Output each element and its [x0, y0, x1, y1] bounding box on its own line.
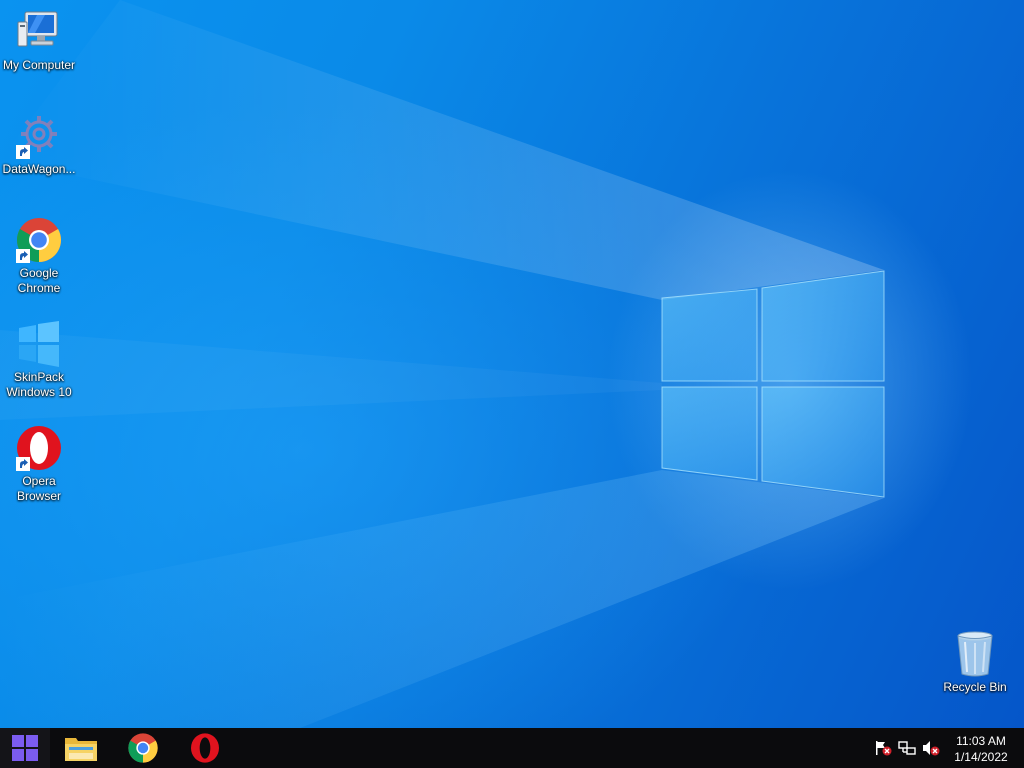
- windows-hero-wallpaper: [0, 0, 885, 728]
- taskbar-file-explorer[interactable]: [60, 728, 102, 768]
- chrome-icon: [128, 733, 158, 763]
- taskbar-google-chrome[interactable]: [122, 728, 164, 768]
- desktop-icon-label: DataWagon...: [2, 162, 76, 176]
- desktop-icon-label: Google Chrome: [17, 266, 61, 295]
- taskbar-clock[interactable]: 11:03 AM 1/14/2022: [946, 733, 1016, 765]
- desktop-icon-label: Recycle Bin: [943, 680, 1007, 694]
- opera-icon: [191, 733, 219, 763]
- recycle-bin-icon: [951, 630, 999, 678]
- clock-time: 11:03 AM: [956, 734, 1006, 748]
- desktop-icon-datawagon[interactable]: DataWagon...: [0, 112, 78, 177]
- desktop-wallpaper: My Computer DataWagon... Google Chrome S…: [0, 0, 1024, 728]
- datawagon-icon: [15, 112, 63, 160]
- shortcut-arrow-icon: [16, 457, 30, 471]
- shortcut-arrow-icon: [16, 145, 30, 159]
- desktop-icon-label: My Computer: [2, 58, 76, 72]
- network-icon[interactable]: [898, 740, 916, 756]
- desktop-icon-my-computer[interactable]: My Computer: [0, 8, 78, 73]
- desktop-icon-opera-browser[interactable]: Opera Browser: [0, 424, 78, 504]
- shortcut-arrow-icon: [16, 249, 30, 263]
- desktop-icon-label: SkinPack Windows 10: [6, 370, 72, 399]
- desktop-icon-google-chrome[interactable]: Google Chrome: [0, 216, 78, 296]
- clock-date: 1/14/2022: [954, 750, 1008, 764]
- taskbar-opera[interactable]: [184, 728, 226, 768]
- folder-icon: [65, 738, 97, 761]
- volume-muted-icon[interactable]: [922, 740, 940, 756]
- opera-icon: [15, 424, 63, 472]
- taskbar: 11:03 AM 1/14/2022: [0, 728, 1024, 768]
- windows-start-icon: [12, 735, 38, 761]
- computer-icon: [15, 8, 63, 56]
- start-button[interactable]: [0, 728, 50, 768]
- desktop-icon-skinpack-windows-10[interactable]: SkinPack Windows 10: [0, 320, 78, 400]
- desktop-icon-recycle-bin[interactable]: Recycle Bin: [936, 630, 1014, 695]
- desktop-icon-label: Opera Browser: [16, 474, 61, 503]
- chrome-icon: [15, 216, 63, 264]
- action-center-flag-icon[interactable]: [874, 740, 892, 756]
- windows-logo-icon: [15, 320, 63, 368]
